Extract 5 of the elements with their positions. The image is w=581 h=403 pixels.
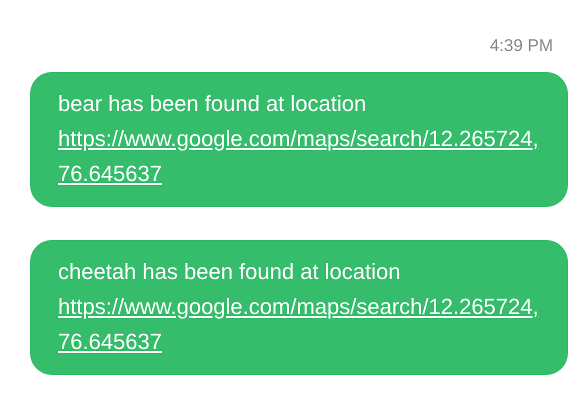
message-text: cheetah has been found at location https://www.google.com/maps/search/12.265724,76.645637: [58, 254, 558, 358]
location-link[interactable]: https://www.google.com/maps/search/12.265724,76.645637: [58, 288, 544, 358]
timestamp: 4:39 PM: [490, 35, 553, 57]
message-text: bear has been found at location https://www.google.com/maps/search/12.265724,76.645637: [58, 86, 558, 190]
location-link[interactable]: https://www.google.com/maps/search/12.265724,76.645637: [58, 120, 544, 190]
